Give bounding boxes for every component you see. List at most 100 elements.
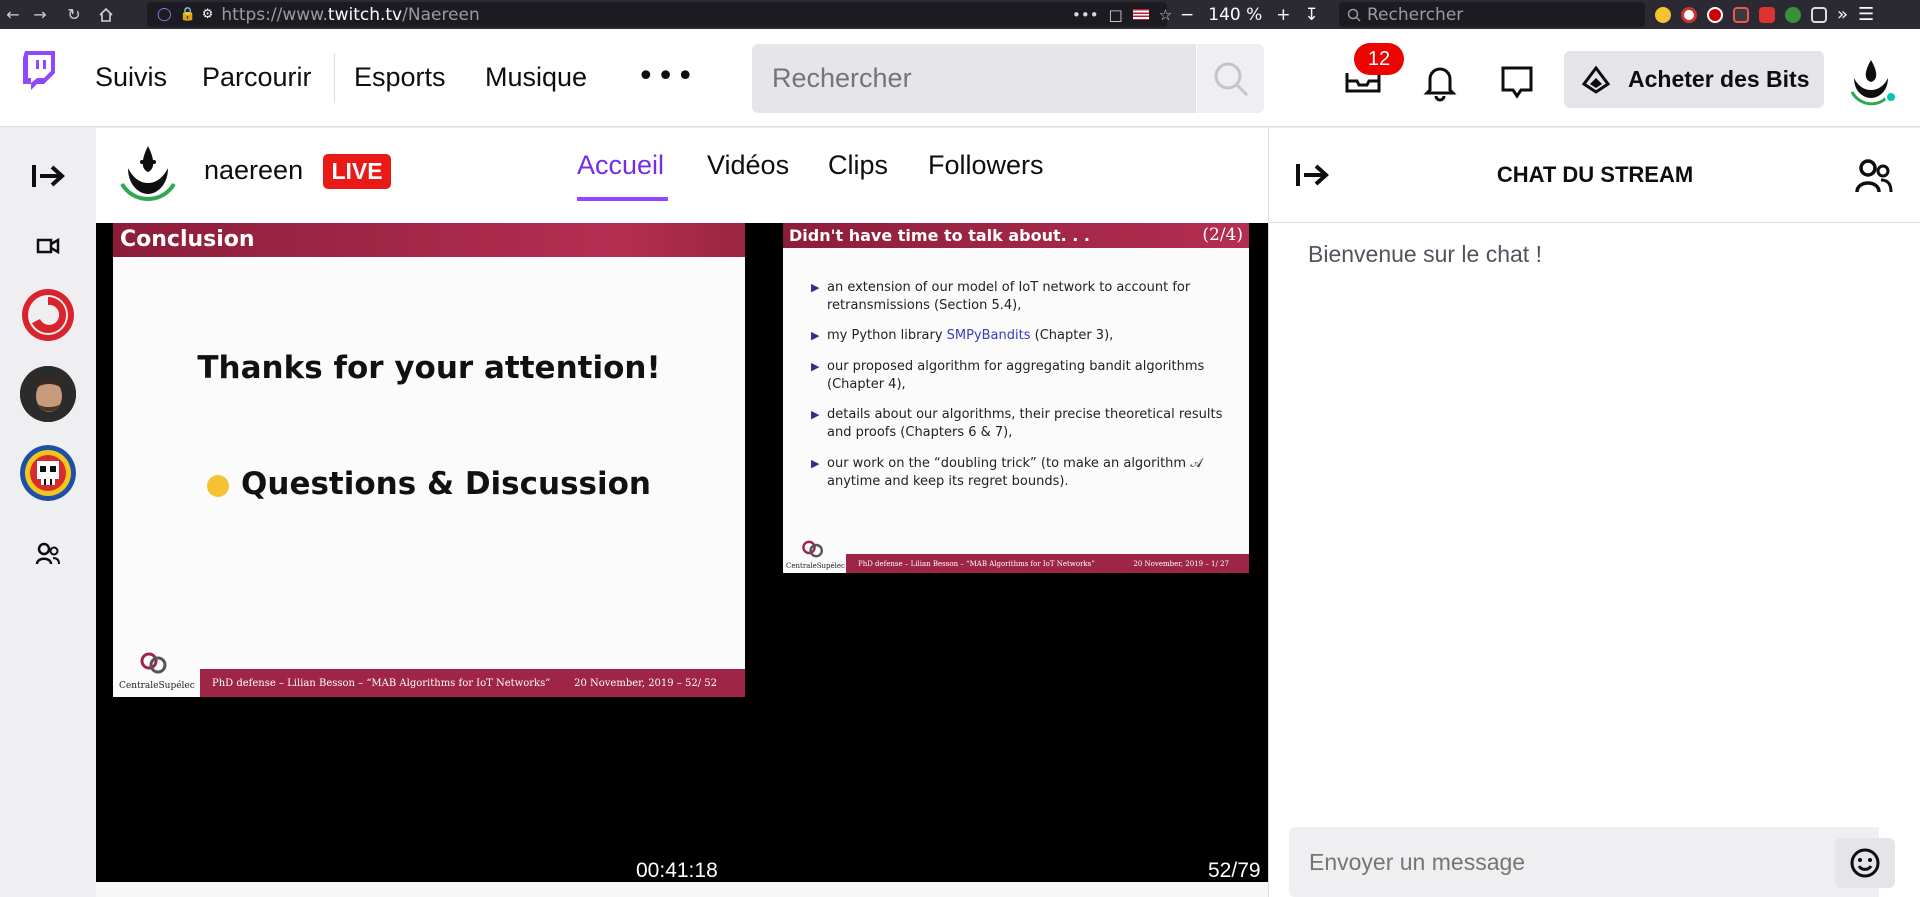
page-actions-icon[interactable]: ••• [1072,6,1099,24]
bullet-triangle-icon: ▶ [811,281,820,294]
expand-sidebar-button[interactable] [18,146,78,206]
tab-followers[interactable]: Followers [928,150,1044,181]
tab-clips[interactable]: Clips [828,150,888,181]
slide1-thanks-text: Thanks for your attention! [197,350,661,386]
twitch-logo-icon[interactable] [22,51,56,91]
inbox-count-badge: 12 [1354,43,1404,75]
url-bar[interactable]: ◯ 🔒 ⚙ https://www. twitch.tv/Naereen [147,2,1167,27]
back-icon[interactable]: ← [0,0,26,29]
slide1-questions-text: Questions & Discussion [241,466,651,502]
url-path: /Naereen [402,4,480,25]
slide2-bullet: ▶ my Python library SMPyBandits (Chapter … [811,328,1114,343]
tab-videos[interactable]: Vidéos [707,150,789,181]
url-domain: twitch.tv [327,4,403,25]
more-menu-button[interactable]: ••• [637,59,696,94]
streamer-face-icon [20,366,76,422]
browser-search-field[interactable]: Rechercher [1339,2,1645,27]
emote-picker-button[interactable] [1835,838,1895,888]
browser-toolbar: ← → ↻ ◯ 🔒 ⚙ https://www. twitch.tv/Naeree… [0,0,1920,29]
sidebar-channel-avatar-2[interactable] [20,366,76,422]
search-icon [1347,8,1361,22]
video-camera-icon [36,237,60,255]
channel-header: naereen LIVE Accueil Vidéos Clips Follow… [96,128,1268,223]
s-extension-icon[interactable] [1681,6,1697,23]
centralesupelec-logo-icon [802,540,823,558]
emoji-extension-icon[interactable] [1655,6,1671,23]
search-input[interactable] [752,44,1196,113]
bits-gem-icon [1582,65,1610,94]
search-button[interactable] [1197,44,1264,113]
reload-icon[interactable]: ↻ [61,0,87,29]
slide2-bullet: ▶ details about our algorithms, their pre… [811,407,1223,440]
slide-conclusion: Conclusion Thanks for your attention! Qu… [113,223,745,697]
ublock-icon[interactable] [1707,6,1723,23]
slide1-title: Conclusion [113,223,745,257]
zoom-level[interactable]: 140 % [1208,5,1262,25]
url-prefix: https://www. [221,4,328,25]
hamburger-menu-icon[interactable]: ☰ [1858,4,1874,25]
slide2-logo-text: CentraleSupélec [786,562,845,570]
recommended-friends-button[interactable] [18,524,78,584]
forward-icon[interactable]: → [27,0,53,29]
smpybandits-link: SMPyBandits [946,328,1031,343]
chat-title: CHAT DU STREAM [1496,162,1694,187]
slide1-footer-left: PhD defense – Lilian Besson – “MAB Algor… [212,677,551,689]
bullet-triangle-icon: ▶ [811,408,820,421]
bell-icon[interactable] [1420,62,1460,102]
slide2-page-number: (2/4) [1202,225,1243,245]
nav-suivis[interactable]: Suivis [95,62,167,93]
lock-icon: 🔒 [179,7,196,22]
zoom-out-button[interactable]: − [1180,5,1194,25]
slide1-questions-line: Questions & Discussion [113,466,745,502]
online-status-dot [1885,91,1897,103]
stream-chat-panel: CHAT DU STREAM Bienvenue sur le chat ! [1268,128,1920,897]
whispers-icon[interactable] [1497,62,1537,102]
chat-header: CHAT DU STREAM [1269,128,1920,223]
bullet-triangle-icon: ▶ [811,329,820,342]
slide2-bullet: ▶ our proposed algorithm for aggregating … [811,359,1205,392]
shield-icon: ◯ [157,7,172,22]
active-tab-indicator [577,197,668,201]
buy-bits-label: Acheter des Bits [1628,66,1810,92]
slide2-footer-right: 20 November, 2019 – 1/ 27 [1133,559,1229,568]
thinking-face-icon [207,474,230,497]
reader-extension-icon[interactable] [1811,6,1827,23]
browser-search-placeholder: Rechercher [1367,4,1464,25]
channel-swirl-logo-icon [22,289,74,341]
slide2-footer-left: PhD defense – Lilian Besson – “MAB Algor… [858,559,1095,568]
globe-extension-icon[interactable] [1785,6,1801,23]
slide2-bullet: ▶ our work on the “doubling trick” (to ma… [811,456,1203,489]
slide2-title: Didn't have time to talk about. . . [783,223,1249,248]
slide1-logo-text: CentraleSupélec [119,681,195,691]
red-extension-icon[interactable] [1759,6,1775,23]
smiley-icon [1850,848,1880,878]
slide-didnt-have-time: Didn't have time to talk about. . . (2/4… [783,223,1249,573]
video-player[interactable]: Conclusion Thanks for your attention! Qu… [96,223,1268,882]
nav-parcourir[interactable]: Parcourir [202,62,312,93]
overflow-menu-icon[interactable]: » [1837,4,1848,25]
nav-esports[interactable]: Esports [354,62,446,93]
glasses-extension-icon[interactable] [1733,6,1749,23]
community-users-icon[interactable] [1854,158,1894,194]
slide1-footer: PhD defense – Lilian Besson – “MAB Algor… [200,669,745,697]
permissions-icon: ⚙ [201,7,214,22]
chat-message-input[interactable] [1289,827,1879,897]
download-icon[interactable]: ↧ [1305,5,1319,25]
friends-icon [35,542,60,565]
tab-accueil[interactable]: Accueil [577,150,664,181]
home-icon[interactable] [93,0,119,29]
buy-bits-button[interactable]: Acheter des Bits [1564,51,1824,108]
sidebar-channel-avatar-3[interactable] [20,445,76,501]
video-timecode: 00:41:18 [636,859,718,882]
nav-musique[interactable]: Musique [485,62,587,93]
channel-name[interactable]: naereen [204,155,303,186]
live-badge: LIVE [323,154,391,189]
centralesupelec-logo-icon [140,652,167,674]
zoom-in-button[interactable]: + [1276,5,1290,25]
search-icon [1214,62,1248,96]
followed-channels-button[interactable] [18,216,78,276]
channel-avatar[interactable] [114,138,182,206]
pocket-icon[interactable]: □ [1109,6,1123,24]
sidebar-channel-avatar-1[interactable] [20,287,76,343]
flag-us-icon[interactable] [1132,9,1149,20]
